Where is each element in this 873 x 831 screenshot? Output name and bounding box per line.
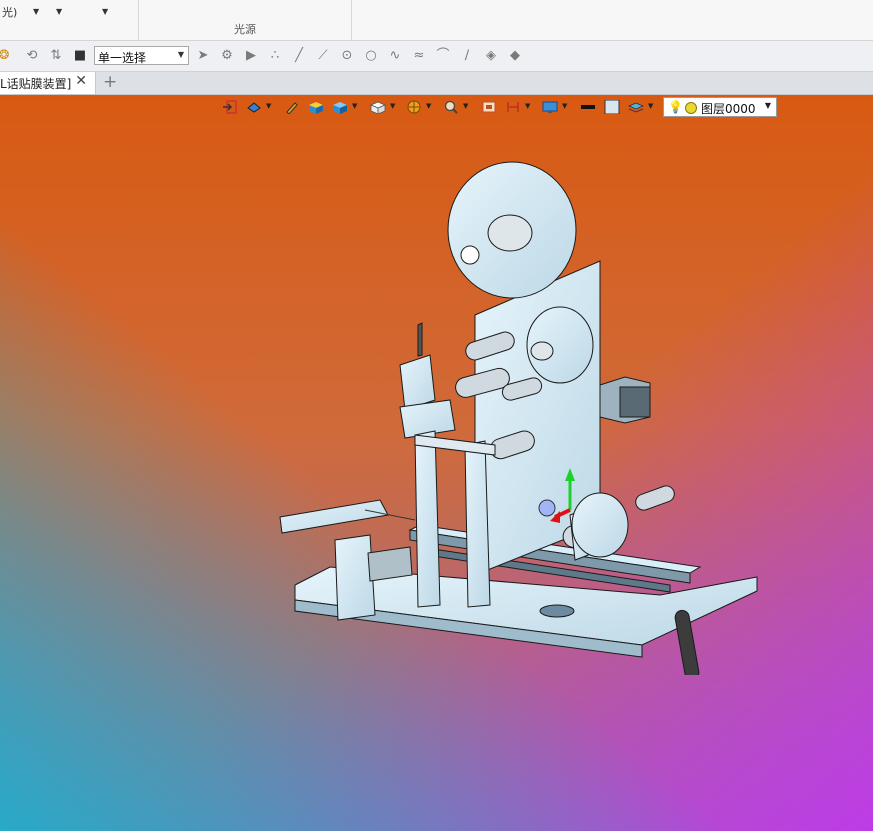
ribbon-group-lighting: 光源 [139,0,352,40]
ribbon-group-label: 光源 [234,23,256,36]
white-cube-icon[interactable] [370,100,386,114]
cad-assembly-model[interactable] [270,155,770,675]
layer-stack-icon[interactable] [628,100,644,114]
viewport-toolbar: ▼ ▼ ▼ ▼ ▼ ▼ ▼ ▼ 💡 图层0000 ▼ [220,97,780,119]
zoom-icon[interactable] [443,100,459,114]
layer-name: 图层0000 [701,102,756,116]
flip-icon[interactable]: ⇅ [48,48,64,64]
arc-icon[interactable]: ⌒ [435,48,451,64]
filter-icon[interactable]: ❂ [0,48,12,64]
pen-tool-icon[interactable] [284,100,300,114]
surface-icon[interactable]: ◈ [483,48,499,64]
chevron-down-icon[interactable]: ▼ [648,102,653,110]
tab-document[interactable]: L话贴膜装置] ✕ [0,72,96,94]
rotate-icon[interactable]: ⟲ [24,48,40,64]
square-icon[interactable] [604,100,620,114]
lightbulb-icon: 💡 [668,100,683,114]
stop-icon[interactable]: ■ [72,48,88,64]
display-icon[interactable] [542,100,558,114]
play-icon[interactable]: ▶ [243,48,259,64]
circle-icon[interactable]: ○ [363,48,379,64]
chevron-down-icon[interactable]: ▼ [426,102,431,110]
selection-mode-value: 单一选择 [98,51,147,65]
circle-center-icon[interactable]: ⊙ [339,48,355,64]
layer-color-icon [685,102,697,114]
chevron-down-icon[interactable]: ▼ [525,102,530,110]
chevron-down-icon: ▼ [177,50,184,59]
ribbon-text: 光) [2,6,18,19]
cube-icon[interactable] [332,100,348,114]
section-icon[interactable] [505,100,521,114]
fit-icon[interactable] [481,100,497,114]
curve-icon[interactable]: ∿ [387,48,403,64]
add-tab-button[interactable]: + [103,72,117,92]
ribbon-group-render: 光) ▼ ▼ ▼ [0,0,139,40]
line-icon[interactable]: ╱ [291,48,307,64]
diagonal-icon[interactable]: ⟋ [315,48,331,64]
chevron-down-icon[interactable]: ▼ [266,102,271,110]
chevron-down-icon[interactable]: ▼ [33,7,39,16]
view-orient-icon[interactable] [246,100,262,114]
chevron-down-icon[interactable]: ▼ [352,102,357,110]
chevron-down-icon[interactable]: ▼ [56,7,62,16]
box-color-icon[interactable] [308,100,324,114]
selection-mode-select[interactable]: 单一选择 ▼ [94,46,189,65]
black-bar-icon[interactable] [580,100,596,114]
layer-select[interactable]: 💡 图层0000 ▼ [663,97,777,117]
exit-icon[interactable] [222,100,238,114]
chevron-down-icon[interactable]: ▼ [390,102,395,110]
chevron-down-icon[interactable]: ▼ [562,102,567,110]
solid-icon[interactable]: ◆ [507,48,523,64]
points-icon[interactable]: ∴ [267,48,283,64]
chevron-down-icon: ▼ [764,101,771,110]
tab-title: L话贴膜装置] [0,77,72,91]
pen-icon[interactable]: ∕ [459,48,475,64]
chevron-down-icon[interactable]: ▼ [463,102,468,110]
sphere-icon[interactable] [406,100,422,114]
cursor-icon[interactable]: ➤ [195,48,211,64]
ribbon: 光) ▼ ▼ ▼ 光源 [0,0,873,41]
gear-icon[interactable]: ⚙ [219,48,235,64]
document-tabbar: L话贴膜装置] ✕ + [0,72,873,95]
chevron-down-icon[interactable]: ▼ [102,7,108,16]
3d-viewport[interactable]: ▼ ▼ ▼ ▼ ▼ ▼ ▼ ▼ 💡 图层0000 ▼ [0,95,873,831]
close-icon[interactable]: ✕ [75,73,87,89]
wave-icon[interactable]: ≈ [411,48,427,64]
filter-toolbar: ❂ ⟲ ⇅ ■ 单一选择 ▼ ➤ ⚙ ▶ ∴ ╱ ⟋ ⊙ ○ ∿ ≈ ⌒ ∕ ◈… [0,41,873,72]
